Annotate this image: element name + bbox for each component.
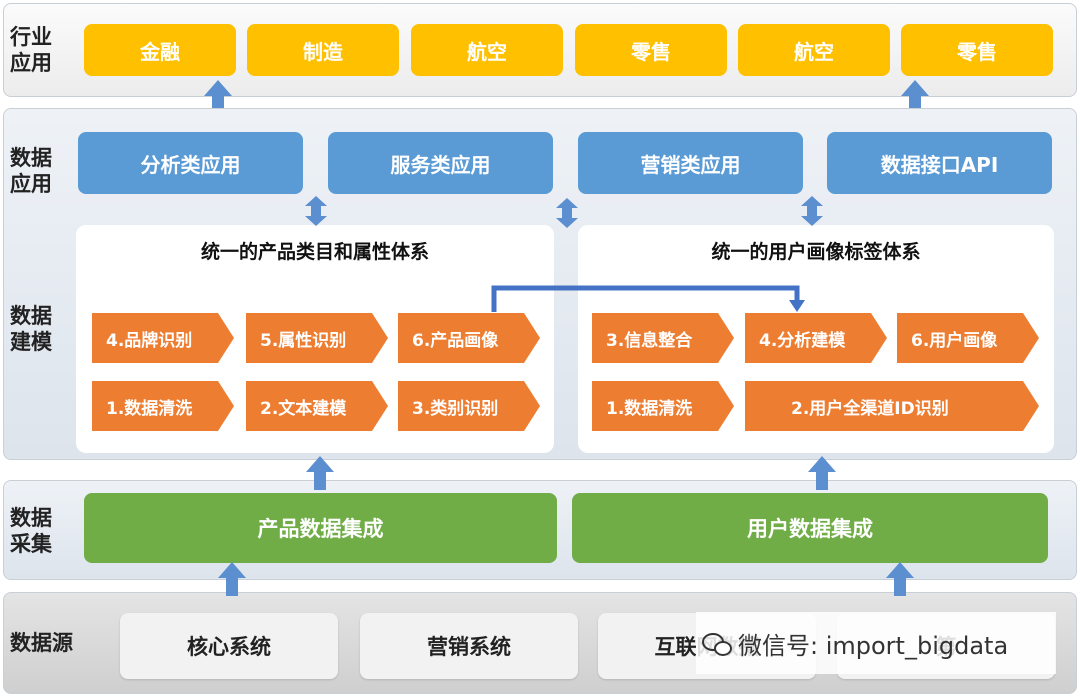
- app-box-marketing: 营销类应用: [578, 132, 803, 194]
- app-box-api: 数据接口API: [827, 132, 1052, 194]
- product-panel-title: 统一的产品类目和属性体系: [200, 241, 429, 263]
- collect-layer-label: 数据采集: [10, 506, 52, 556]
- app-box-analysis: 分析类应用: [78, 132, 303, 194]
- step-category-recognition: 3.类别识别: [398, 381, 540, 431]
- industry-box-manufacturing: 制造: [247, 24, 399, 76]
- step-info-integration: 3.信息整合: [592, 313, 734, 363]
- source-box-core: 核心系统: [120, 613, 338, 679]
- wechat-icon: [702, 631, 732, 656]
- step-product-profile: 6.产品画像: [398, 313, 540, 363]
- collect-box-product: 产品数据集成: [84, 493, 557, 563]
- step-attribute-recognition: 5.属性识别: [246, 313, 388, 363]
- step-text-modeling: 2.文本建模: [246, 381, 388, 431]
- source-layer-label: 数据源: [10, 631, 73, 655]
- app-box-service: 服务类应用: [328, 132, 553, 194]
- industry-box-retail-2: 零售: [901, 24, 1053, 76]
- step-user-profile: 6.用户画像: [897, 313, 1039, 363]
- step-omnichannel-id: 2.用户全渠道ID识别: [745, 381, 1039, 431]
- collect-box-user: 用户数据集成: [572, 493, 1048, 563]
- wechat-watermark: 微信号: import_bigdata: [696, 612, 1056, 674]
- industry-box-aviation: 航空: [411, 24, 563, 76]
- industry-box-aviation-2: 航空: [738, 24, 890, 76]
- model-layer-label: 数据建模: [10, 304, 52, 354]
- step-data-cleaning-user: 1.数据清洗: [592, 381, 734, 431]
- industry-box-finance: 金融: [84, 24, 236, 76]
- step-data-cleaning-product: 1.数据清洗: [92, 381, 234, 431]
- app-layer-label: 数据应用: [10, 146, 52, 196]
- step-analysis-modeling: 4.分析建模: [745, 313, 887, 363]
- industry-box-retail: 零售: [575, 24, 727, 76]
- industry-layer-label: 行业应用: [10, 25, 52, 75]
- source-box-marketing: 营销系统: [360, 613, 578, 679]
- step-brand-recognition: 4.品牌识别: [92, 313, 234, 363]
- watermark-text: 微信号: import_bigdata: [738, 631, 1009, 660]
- user-panel-title: 统一的用户画像标签体系: [711, 241, 921, 263]
